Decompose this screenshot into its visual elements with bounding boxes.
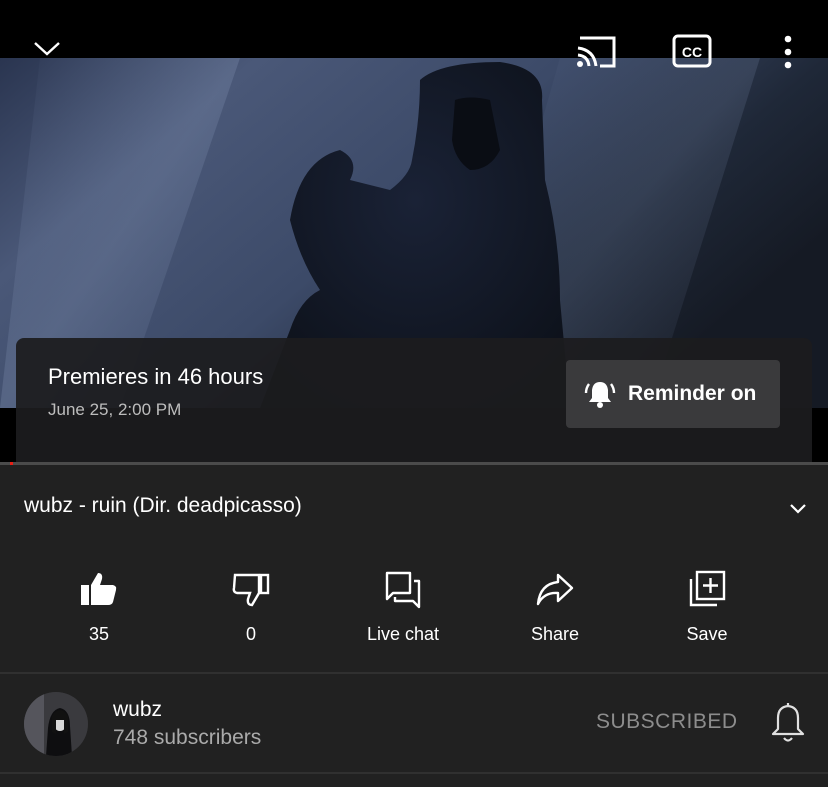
share-button[interactable]: Share <box>479 560 631 656</box>
channel-row[interactable]: wubz 748 subscribers SUBSCRIBED <box>0 674 828 774</box>
premiere-card: Premieres in 46 hours June 25, 2:00 PM R… <box>16 338 812 462</box>
video-title: wubz - ruin (Dir. deadpicasso) <box>24 494 302 517</box>
subscribed-button[interactable]: SUBSCRIBED <box>596 710 738 734</box>
channel-avatar[interactable] <box>24 692 88 756</box>
live-chat-button[interactable]: Live chat <box>327 560 479 656</box>
cast-icon[interactable] <box>574 34 618 70</box>
save-button[interactable]: Save <box>631 560 783 656</box>
notification-bell-icon[interactable] <box>770 702 806 744</box>
reminder-button[interactable]: Reminder on <box>566 360 780 428</box>
premiere-date: June 25, 2:00 PM <box>48 400 182 419</box>
live-chat-icon <box>383 564 423 614</box>
progress-marker <box>10 462 13 465</box>
expand-description-icon[interactable] <box>788 498 808 518</box>
video-title-row[interactable]: wubz - ruin (Dir. deadpicasso) <box>0 478 828 538</box>
progress-bar[interactable] <box>0 462 828 465</box>
share-label: Share <box>530 624 580 644</box>
video-player[interactable]: CC Premieres in 46 hours June 25, 2:00 P… <box>0 0 828 462</box>
premiere-countdown: Premieres in 46 hours <box>48 364 264 389</box>
svg-text:CC: CC <box>682 44 702 60</box>
like-count: 35 <box>88 624 110 644</box>
save-playlist-icon <box>687 564 727 614</box>
live-chat-label: Live chat <box>366 624 440 644</box>
reminder-label: Reminder on <box>628 382 757 405</box>
thumbs-down-icon <box>231 564 271 614</box>
minimize-chevron-icon[interactable] <box>32 34 62 64</box>
dislike-count: 0 <box>245 624 256 644</box>
channel-name[interactable]: wubz <box>113 698 162 722</box>
thumbs-up-icon <box>79 564 119 614</box>
divider <box>0 772 828 774</box>
action-bar: 35 0 Live chat Share Save <box>0 560 828 660</box>
like-button[interactable]: 35 <box>23 560 175 656</box>
subscriber-count: 748 subscribers <box>113 726 262 749</box>
save-label: Save <box>686 624 728 644</box>
dislike-button[interactable]: 0 <box>175 560 327 656</box>
more-options-icon[interactable] <box>780 34 796 70</box>
share-icon <box>534 564 576 614</box>
bell-ringing-icon <box>584 378 616 410</box>
closed-captions-icon[interactable]: CC <box>672 34 712 68</box>
